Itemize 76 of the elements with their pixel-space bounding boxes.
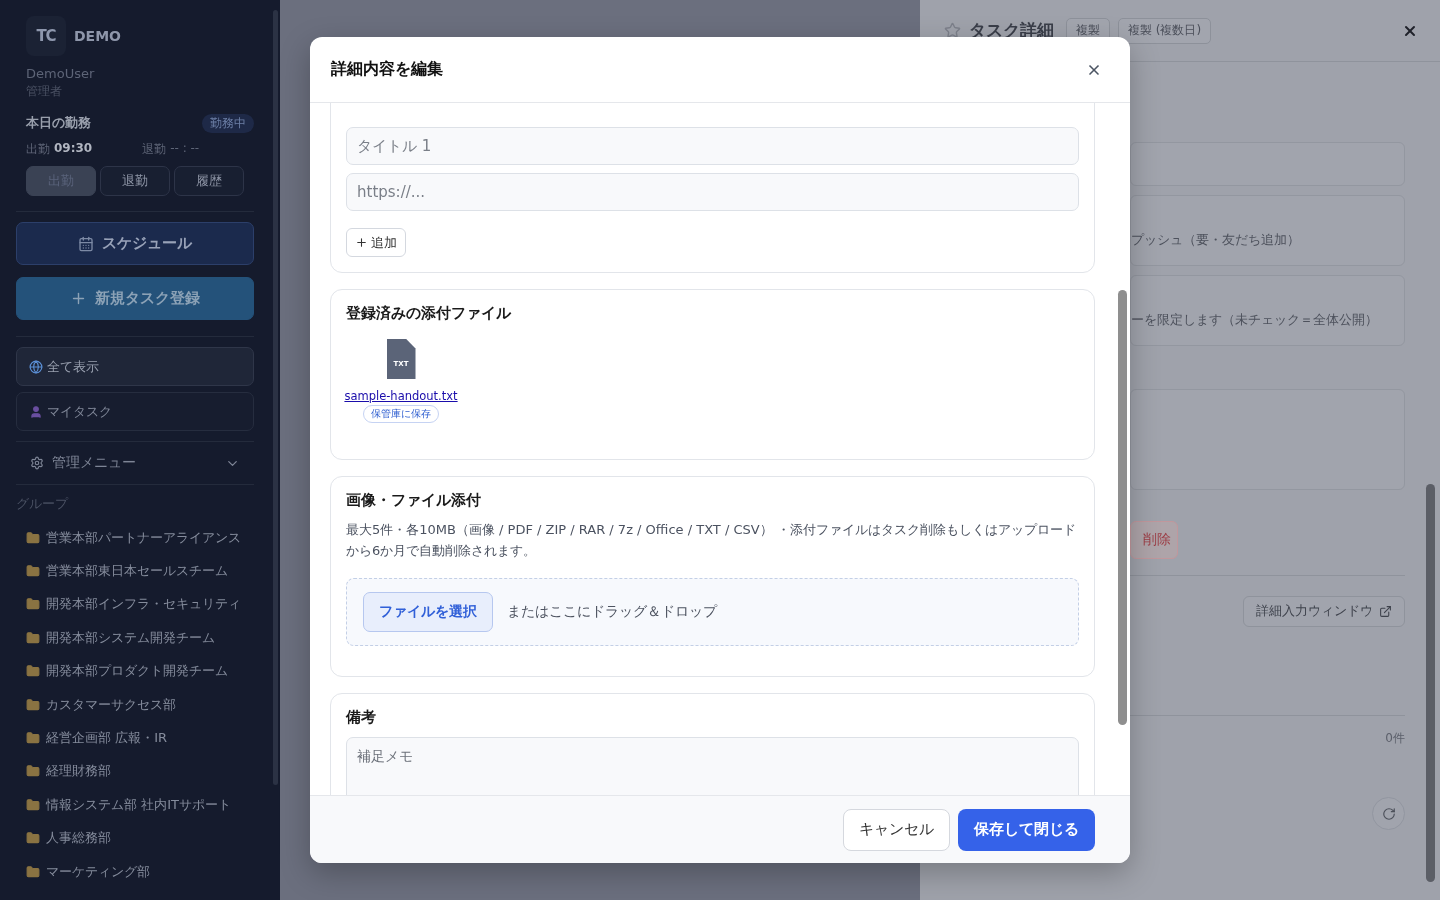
add-button[interactable]: 追加: [346, 228, 406, 257]
globe-icon: [29, 359, 43, 374]
notes-field[interactable]: 補足メモ: [346, 737, 1079, 795]
option-box[interactable]: プッシュ（要・友だち追加）: [1130, 195, 1405, 266]
nav-item[interactable]: マイタスク: [16, 392, 254, 431]
duplicate-button[interactable]: 複製 (複数日): [1118, 17, 1212, 44]
folder-icon: [26, 664, 40, 679]
scrollbar[interactable]: [273, 10, 278, 785]
group-item[interactable]: 開発本部プロダクト開発チーム: [16, 654, 254, 688]
title-field[interactable]: タイトル 1: [346, 127, 1079, 165]
folder-icon: [26, 697, 40, 712]
group-item[interactable]: 経営企画部 広報・IR: [16, 721, 254, 755]
text-area[interactable]: [1130, 389, 1405, 490]
drop-hint: またはここにドラッグ＆ドロップ: [507, 602, 717, 621]
group-item[interactable]: 開発本部システム開発チーム: [16, 621, 254, 655]
scrollbar[interactable]: [1118, 290, 1127, 725]
nav-item[interactable]: 全て表示: [16, 347, 254, 386]
folder-icon: [26, 530, 40, 545]
user-name: DemoUser: [26, 66, 96, 81]
folder-icon: [26, 630, 40, 645]
refresh-button[interactable]: [1372, 797, 1405, 830]
folder-icon: [26, 597, 40, 612]
plus-icon: [70, 290, 87, 307]
folder-icon: [26, 764, 40, 779]
group-item[interactable]: カスタマーサクセス部: [16, 687, 254, 722]
item-count: 0件: [1385, 730, 1405, 747]
group-item[interactable]: 情報システム部 社内ITサポート: [16, 788, 254, 822]
logo: TC: [26, 16, 66, 56]
attendance-button[interactable]: 退勤: [100, 166, 170, 196]
person-icon: [29, 404, 43, 419]
settings-icon: [30, 456, 44, 470]
attendance-title: 本日の勤務: [26, 115, 91, 132]
group-item[interactable]: 営業本部パートナーアライアンス: [16, 521, 254, 555]
status-badge: 勤務中: [202, 114, 254, 133]
section-title: 画像・ファイル添付: [346, 491, 482, 510]
folder-icon: [26, 564, 40, 579]
cancel-button[interactable]: キャンセル: [843, 808, 950, 851]
star-icon[interactable]: [944, 22, 961, 39]
folder-icon: [26, 831, 40, 846]
clock-in-label: 出勤: [26, 141, 50, 158]
admin-menu[interactable]: 管理メニュー: [16, 442, 254, 484]
option-text: プッシュ（要・友だち追加）: [1131, 231, 1300, 249]
folder-icon: [26, 797, 40, 812]
scrollbar[interactable]: [1426, 484, 1435, 882]
url-field[interactable]: https://...: [346, 173, 1079, 211]
option-text: ーを限定します（未チェック＝全体公開）: [1131, 311, 1378, 329]
option-box[interactable]: ーを限定します（未チェック＝全体公開）: [1130, 275, 1405, 346]
drop-zone[interactable]: ファイルを選択 またはここにドラッグ＆ドロップ: [346, 577, 1079, 646]
choose-file-button[interactable]: ファイルを選択: [363, 591, 493, 632]
group-item[interactable]: マーケティング部: [16, 854, 254, 889]
group-item[interactable]: 経理財務部: [16, 754, 254, 789]
refresh-icon: [1381, 806, 1396, 821]
dialog-title: 詳細内容を編集: [331, 59, 443, 80]
upload-description: 最大5件・各10MB（画像 / PDF / ZIP / RAR / 7z / Office / TXT / CSV） ・添付ファイルはタスク削除もしくはアップロードから6か月で自動削除されます。: [346, 521, 1077, 560]
attendance-button[interactable]: 履歴: [174, 166, 244, 196]
save-button[interactable]: 保存して閉じる: [958, 808, 1095, 851]
clock-out-time: -- : --: [170, 141, 200, 157]
folder-icon: [26, 731, 40, 746]
group-item[interactable]: 開発本部インフラ・セキュリティ: [16, 587, 254, 622]
clock-in-time: 09:30: [54, 141, 93, 157]
delete-button[interactable]: 削除: [1130, 521, 1178, 559]
detail-window-button[interactable]: 詳細入力ウィンドウ: [1243, 596, 1405, 627]
group-item[interactable]: 人事総務部: [16, 821, 254, 855]
folder-icon: [26, 864, 40, 879]
schedule-button[interactable]: スケジュール: [16, 222, 254, 265]
brand-name: DEMO: [74, 28, 122, 44]
calendar-icon: [78, 235, 94, 252]
input-field[interactable]: [1130, 142, 1405, 186]
file-link[interactable]: sample-handout.txt: [344, 389, 458, 403]
external-link-icon: [1379, 605, 1392, 618]
section-title: 備考: [346, 708, 377, 727]
clock-out-label: 退勤: [142, 141, 167, 158]
new-task-button[interactable]: 新規タスク登録: [16, 277, 254, 320]
group-item[interactable]: 営業本部東日本セールスチーム: [16, 554, 254, 588]
section-title: 登録済みの添付ファイル: [346, 304, 512, 323]
plus-icon: [355, 236, 368, 249]
